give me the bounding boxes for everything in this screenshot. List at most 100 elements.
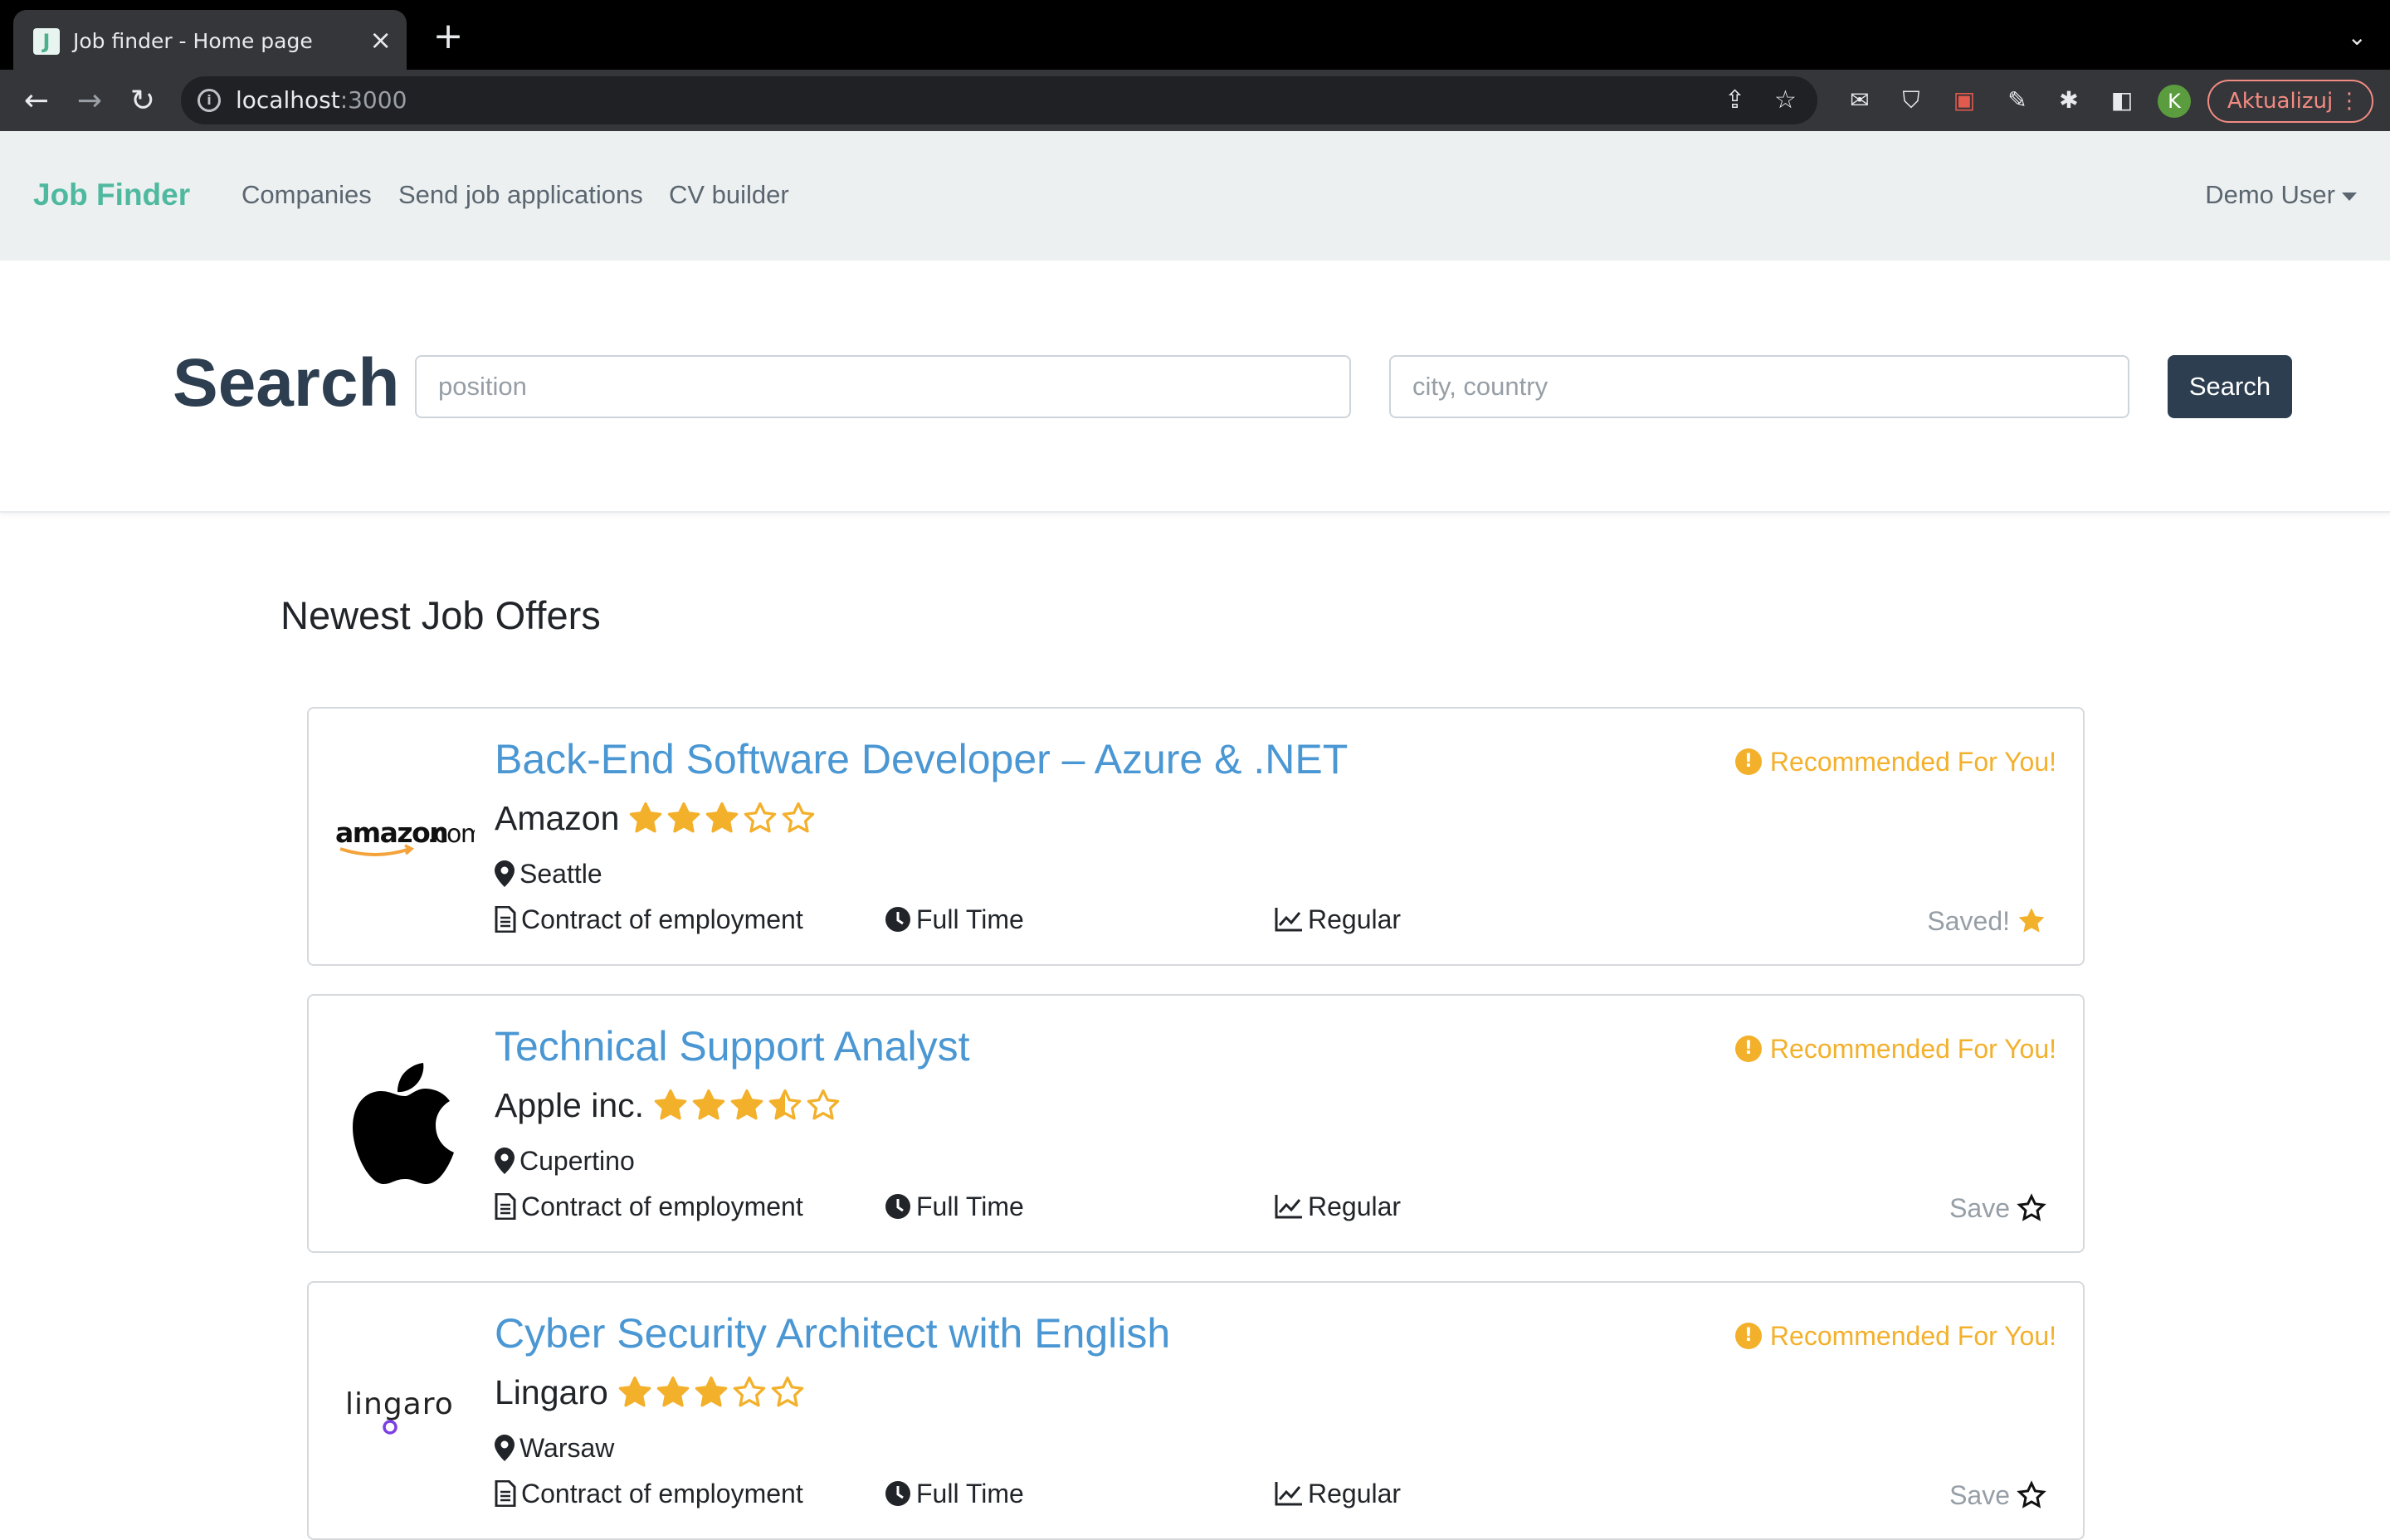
star-full-icon: [692, 1089, 725, 1120]
chart-line-icon: [1275, 1195, 1302, 1219]
exclamation-circle-icon: !: [1734, 1323, 1762, 1349]
bookmark-star-icon[interactable]: ☆: [1774, 86, 1797, 115]
time-text: Full Time: [916, 1191, 1024, 1221]
job-title-link[interactable]: Back-End Software Developer – Azure & .N…: [495, 733, 1348, 785]
star-empty-icon: [771, 1376, 804, 1407]
exclamation-circle-icon: !: [1734, 748, 1762, 775]
job-card[interactable]: lingaro Cyber Security Architect with En…: [307, 1281, 2085, 1540]
save-toggle[interactable]: Saved!: [1927, 903, 2046, 939]
location-row: Cupertino: [495, 1143, 635, 1178]
reload-icon[interactable]: ↻: [124, 83, 161, 119]
job-card[interactable]: amazon .com Back-End Software Developer …: [307, 707, 2085, 966]
svg-text:lingaro: lingaro: [345, 1387, 454, 1421]
experience-level: Regular: [1275, 901, 1401, 938]
url-text[interactable]: localhost:3000: [236, 86, 407, 115]
nav-link-send-applications[interactable]: Send job applications: [398, 178, 643, 212]
side-panel-icon[interactable]: ◧: [2106, 85, 2138, 116]
browser-tab[interactable]: J Job finder - Home page ×: [13, 10, 407, 70]
new-tab-icon[interactable]: +: [432, 18, 465, 55]
company-name[interactable]: Lingaro: [495, 1369, 608, 1416]
chevron-down-icon[interactable]: ⌄: [2348, 23, 2367, 51]
company-logo-amazon: amazon .com: [334, 767, 475, 908]
star-full-icon: [730, 1089, 763, 1120]
time-text: Full Time: [916, 904, 1024, 934]
star-empty-icon: [783, 802, 815, 833]
job-title-link[interactable]: Technical Support Analyst: [495, 1021, 970, 1072]
company-logo-apple: [334, 1054, 475, 1195]
apple-logo-icon: [353, 1063, 454, 1184]
tab-title: Job finder - Home page: [73, 29, 313, 53]
ublock-extension-icon[interactable]: ⛉: [1895, 85, 1927, 116]
city: Seattle: [519, 858, 602, 889]
red-extension-icon[interactable]: ▣: [1949, 85, 1980, 116]
level-text: Regular: [1308, 904, 1402, 934]
star-full-icon: [668, 802, 700, 833]
document-icon: [495, 906, 516, 933]
recommended-badge: ! Recommended For You!: [1734, 1032, 2056, 1065]
nav-link-cv-builder[interactable]: CV builder: [669, 178, 789, 212]
update-button[interactable]: Aktualizuj ⋮: [2207, 80, 2373, 123]
chart-line-icon: [1275, 908, 1302, 932]
contract-type: Contract of employment: [495, 901, 803, 938]
puzzle-extensions-icon[interactable]: ✱: [2053, 85, 2085, 116]
job-title-link[interactable]: Cyber Security Architect with English: [495, 1308, 1170, 1359]
star-full-icon: [630, 802, 662, 833]
location-row: Seattle: [495, 856, 602, 891]
rating-stars: [617, 1374, 806, 1411]
map-marker-icon: [495, 1148, 515, 1174]
contract-type: Contract of employment: [495, 1475, 803, 1512]
contract-type: Contract of employment: [495, 1188, 803, 1225]
profile-avatar[interactable]: K: [2158, 85, 2191, 118]
user-menu-dropdown[interactable]: Demo User: [2205, 178, 2357, 212]
save-label: Saved!: [1927, 905, 2010, 936]
amazon-logo: amazon .com: [335, 816, 475, 856]
lingaro-logo: lingaro: [345, 1387, 454, 1435]
browser-toolbar: ← → ↻ i localhost:3000 ⇪ ☆ ✉ ⛉ ▣ ✎ ✱ ◧ K…: [0, 70, 2390, 131]
search-section: Search Search: [0, 261, 2390, 513]
company-row: Apple inc.: [495, 1082, 841, 1128]
recommended-badge: ! Recommended For You!: [1734, 745, 2056, 778]
recommended-badge: ! Recommended For You!: [1734, 1319, 2056, 1352]
time-text: Full Time: [916, 1478, 1024, 1508]
save-toggle[interactable]: Save: [1949, 1477, 2046, 1513]
browser-tab-strip: J Job finder - Home page × + ⌄: [0, 0, 2390, 70]
forward-icon[interactable]: →: [71, 83, 108, 119]
contract-text: Contract of employment: [521, 1191, 803, 1221]
app-navbar: Job Finder Companies Send job applicatio…: [0, 131, 2390, 261]
close-tab-icon[interactable]: ×: [369, 27, 392, 53]
star-full-icon: [654, 1089, 687, 1120]
contract-text: Contract of employment: [521, 1478, 803, 1508]
address-bar[interactable]: i localhost:3000 ⇪ ☆: [181, 76, 1817, 124]
url-port: :3000: [339, 86, 407, 114]
recommended-text: Recommended For You!: [1769, 1033, 2056, 1064]
nav-link-companies[interactable]: Companies: [241, 178, 372, 212]
company-row: Amazon: [495, 795, 817, 841]
position-input[interactable]: [415, 355, 1351, 418]
brand-logo[interactable]: Job Finder: [33, 176, 190, 214]
rating-stars: [627, 800, 817, 836]
recommended-text: Recommended For You!: [1769, 746, 2056, 777]
pen-extension-icon[interactable]: ✎: [2002, 85, 2033, 116]
company-name[interactable]: Amazon: [495, 795, 619, 841]
job-card[interactable]: Technical Support Analyst Apple inc. Cup…: [307, 994, 2085, 1253]
star-empty-icon: [807, 1089, 840, 1120]
clock-icon: [885, 907, 910, 932]
chart-line-icon: [1275, 1482, 1302, 1506]
mail-extension-icon[interactable]: ✉: [1844, 85, 1875, 116]
section-title: Newest Job Offers: [280, 593, 601, 637]
document-icon: [495, 1480, 516, 1507]
share-icon[interactable]: ⇪: [1724, 86, 1745, 115]
save-toggle[interactable]: Save: [1949, 1190, 2046, 1226]
city: Warsaw: [519, 1432, 615, 1463]
rating-stars: [652, 1087, 841, 1123]
back-icon[interactable]: ←: [18, 83, 55, 119]
exclamation-circle-icon: !: [1734, 1036, 1762, 1062]
company-name[interactable]: Apple inc.: [495, 1082, 644, 1128]
search-button[interactable]: Search: [2168, 355, 2292, 418]
location-input[interactable]: [1389, 355, 2129, 418]
star-full-icon: [618, 1376, 651, 1407]
site-info-icon[interactable]: i: [198, 89, 221, 112]
star-filled-icon: [2018, 908, 2045, 933]
star-outline-icon: [2017, 1480, 2046, 1508]
document-icon: [495, 1193, 516, 1220]
